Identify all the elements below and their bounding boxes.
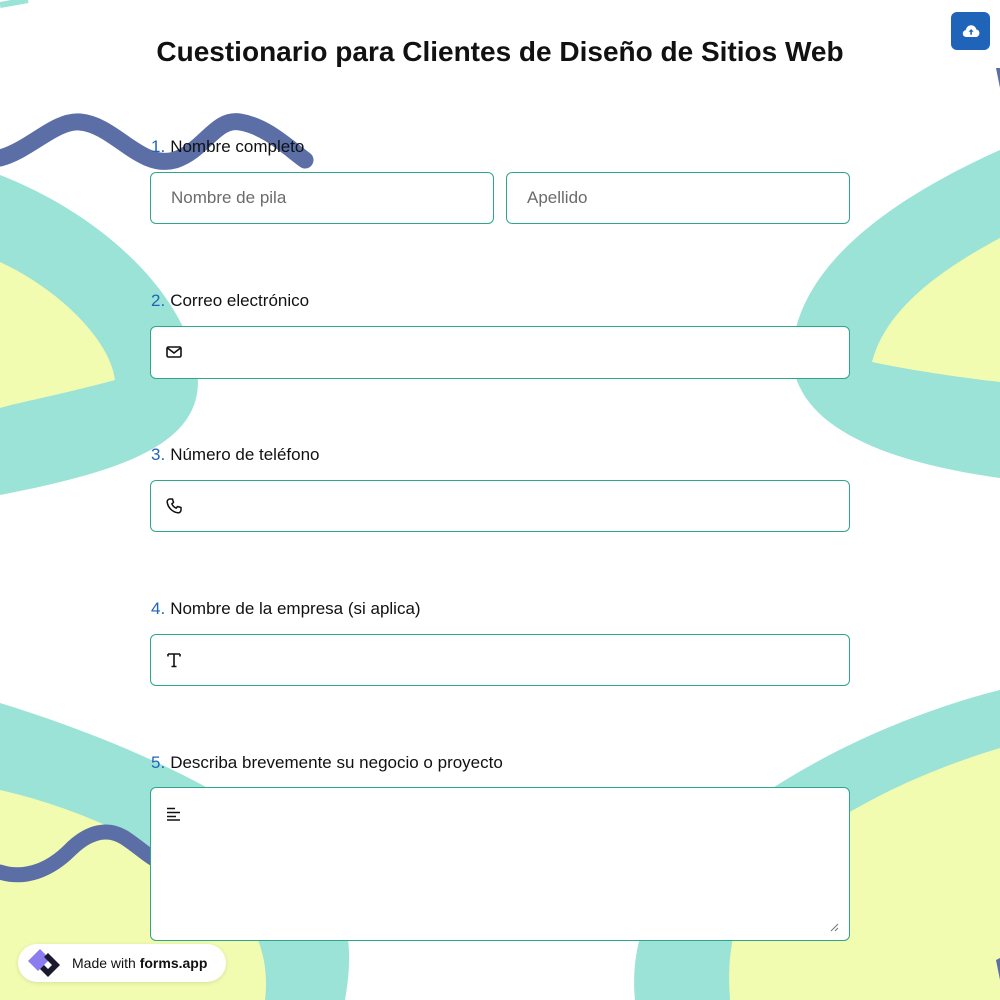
phone-field[interactable] bbox=[150, 480, 850, 532]
company-name-field[interactable] bbox=[150, 634, 850, 686]
phone-icon bbox=[166, 498, 182, 514]
question-3-label: 3. Número de teléfono bbox=[151, 445, 320, 465]
made-with-badge[interactable]: Made with forms.app bbox=[18, 944, 226, 982]
last-name-input[interactable]: Apellido bbox=[506, 172, 850, 224]
form-title: Cuestionario para Clientes de Diseño de … bbox=[156, 36, 844, 67]
first-name-placeholder: Nombre de pila bbox=[171, 188, 287, 207]
made-with-text: Made with forms.app bbox=[72, 955, 207, 971]
question-number: 1. bbox=[151, 137, 166, 156]
question-1-label: 1. Nombre completo bbox=[151, 137, 304, 157]
question-number: 4. bbox=[151, 599, 166, 618]
forms-app-logo-icon bbox=[28, 949, 60, 977]
envelope-icon bbox=[166, 346, 182, 358]
paragraph-icon bbox=[167, 807, 180, 821]
email-field[interactable] bbox=[150, 326, 850, 379]
question-5-label: 5. Describa brevemente su negocio o proye… bbox=[151, 753, 503, 773]
question-text: Nombre completo bbox=[170, 137, 305, 156]
question-2-label: 2. Correo electrónico bbox=[151, 291, 309, 311]
question-4-label: 4. Nombre de la empresa (si aplica) bbox=[151, 599, 421, 619]
question-text: Correo electrónico bbox=[170, 291, 310, 310]
form-page: Cuestionario para Clientes de Diseño de … bbox=[0, 0, 1000, 1000]
made-with-label: Made with bbox=[72, 955, 136, 971]
text-icon bbox=[167, 653, 181, 668]
first-name-input[interactable]: Nombre de pila bbox=[150, 172, 494, 224]
question-text: Describa brevemente su negocio o proyect… bbox=[170, 753, 503, 772]
resize-handle-icon[interactable] bbox=[829, 922, 839, 932]
question-number: 2. bbox=[151, 291, 166, 310]
question-text: Número de teléfono bbox=[170, 445, 320, 464]
last-name-placeholder: Apellido bbox=[527, 188, 588, 207]
question-text: Nombre de la empresa (si aplica) bbox=[170, 599, 421, 618]
question-number: 5. bbox=[151, 753, 166, 772]
question-number: 3. bbox=[151, 445, 166, 464]
business-description-textarea[interactable] bbox=[150, 787, 850, 941]
brand-name: forms.app bbox=[139, 955, 208, 971]
